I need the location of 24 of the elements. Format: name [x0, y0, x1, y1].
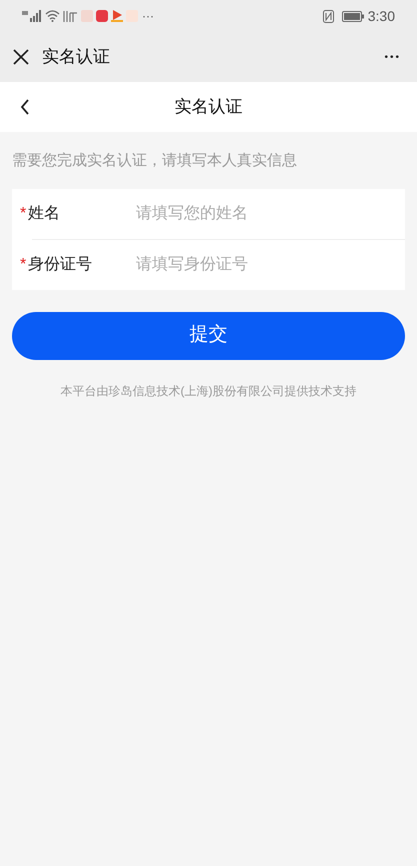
- cellular-signal-icon: [22, 10, 42, 22]
- submit-button[interactable]: 提交: [12, 312, 405, 360]
- required-mark: *: [20, 254, 26, 274]
- field-label: 姓名: [28, 204, 60, 224]
- notice-text: 需要您完成实名认证，请填写本人真实信息: [11, 151, 298, 171]
- input-field[interactable]: 请填写您的姓名: [136, 202, 397, 226]
- nfc-icon: [322, 10, 334, 22]
- more-menu-button[interactable]: •••: [384, 50, 401, 64]
- battery-icon: [342, 10, 364, 22]
- close-icon[interactable]: [12, 48, 30, 66]
- page-title: 实名认证: [174, 96, 242, 118]
- app-icon: [96, 10, 108, 22]
- back-icon[interactable]: [20, 99, 30, 115]
- input-field[interactable]: 请填写身份证号: [136, 252, 397, 276]
- required-mark: *: [20, 204, 26, 224]
- wifi-icon: [45, 10, 60, 22]
- field-label: 身份证号: [28, 254, 92, 274]
- status-time: 3:30: [368, 6, 395, 26]
- more-notifications: ···: [142, 8, 154, 25]
- app-icon: [81, 10, 93, 22]
- footer-text: 本平台由珍岛信息技术(上海)股份有限公司提供技术支持: [60, 382, 358, 400]
- window-title: 实名认证: [42, 46, 110, 68]
- app-icon: [63, 10, 78, 22]
- play-icon: [111, 10, 123, 22]
